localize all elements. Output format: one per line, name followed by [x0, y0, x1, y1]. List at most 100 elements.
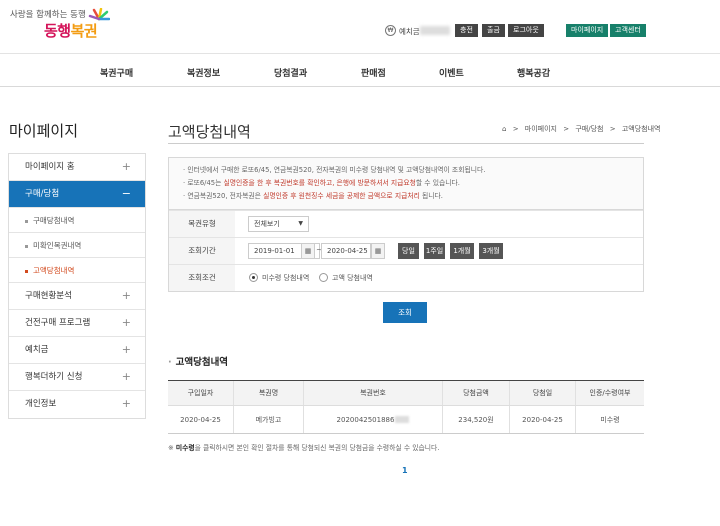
footnote-text: 을 클릭하시면 본인 확인 절차를 통해 당첨되신 복권의 당첨금을 수령하실 … [194, 444, 440, 452]
notice-text: 연금복권520, 전자복권은 [187, 192, 264, 200]
sidebar-item-healthy-program[interactable]: 건전구매 프로그램 + [9, 310, 145, 337]
breadcrumb-current: 고액당첨내역 [621, 125, 661, 133]
section-title-text: 고액당첨내역 [175, 357, 229, 368]
breadcrumb-sep: > [609, 125, 616, 133]
withdraw-button[interactable]: 출금 [482, 24, 505, 37]
sidebar-item-label: 행복더하기 신청 [25, 372, 83, 382]
sidebar-item-label: 예치금 [25, 345, 49, 355]
lottery-type-select[interactable]: 전체보기 ▼ [248, 216, 309, 232]
row-period: 조회기간 2019-01-01 ▦ ~ 2020-04-25 ▦ 당일 1주일 … [169, 237, 643, 264]
nav-buy[interactable]: 복권구매 [100, 66, 133, 79]
calendar-icon[interactable]: ▦ [301, 243, 315, 259]
period-month-button[interactable]: 1개월 [450, 243, 474, 259]
radio-high-prize[interactable] [319, 273, 328, 282]
sidebar-sub-label: 구매당첨내역 [33, 216, 75, 225]
balance-value-blurred [420, 26, 450, 35]
sidebar-item-personal-info[interactable]: 개인정보 + [9, 391, 145, 418]
bullet-icon [25, 244, 28, 248]
breadcrumb-purchase[interactable]: 구매/당첨 [575, 125, 603, 133]
plus-icon: + [121, 289, 131, 302]
col-purchase-date: 구입일자 [168, 381, 234, 405]
breadcrumb-sep: > [563, 125, 570, 133]
won-icon: ₩ [385, 25, 396, 36]
sidebar-item-label: 마이페이지 홈 [25, 162, 75, 172]
notice-line-3: · 연금복권520, 전자복권은 실명인증 후 원천징수 세금을 공제한 금액으… [183, 192, 443, 200]
lottery-type-label: 복권유형 [169, 211, 235, 237]
balance-label: 예치금 [399, 27, 420, 36]
bullet-icon: · [168, 357, 172, 368]
breadcrumb-mypage[interactable]: 마이페이지 [525, 125, 557, 133]
page-title: 고액당첨내역 [168, 123, 251, 141]
radio-unclaimed-label[interactable]: 미수령 당첨내역 [262, 273, 309, 283]
sidebar-item-mypage-home[interactable]: 마이페이지 홈 + [9, 154, 145, 181]
footnote-mark: ※ [168, 444, 176, 452]
sidebar-sub-label: 미확인복권내역 [33, 241, 82, 250]
notice-text: 로또6/45는 [187, 179, 224, 187]
sidebar-item-label: 건전구매 프로그램 [25, 318, 91, 328]
col-status: 인증/수령여부 [589, 389, 631, 397]
sidebar-sub-purchase-history[interactable]: 구매당첨내역 [9, 208, 145, 233]
radio-high-prize-label[interactable]: 고액 당첨내역 [332, 273, 373, 283]
select-value: 전체보기 [254, 220, 280, 228]
plus-icon: + [121, 316, 131, 329]
sidebar-item-analysis[interactable]: 구매현황분석 + [9, 283, 145, 310]
logout-button[interactable]: 로그아웃 [508, 24, 544, 37]
period-today-button[interactable]: 당일 [398, 243, 419, 259]
search-form: 복권유형 전체보기 ▼ 조회기간 2019-01-01 ▦ ~ 2020-04-2… [168, 210, 644, 292]
calendar-icon[interactable]: ▦ [371, 243, 385, 259]
sidebar-item-deposit[interactable]: 예치금 + [9, 337, 145, 364]
plus-icon: + [121, 397, 131, 410]
logo-burst-icon [88, 8, 110, 21]
radio-unclaimed[interactable] [249, 273, 258, 282]
pagination-page-1[interactable]: 1 [402, 466, 408, 475]
sidebar-title: 마이페이지 [9, 122, 79, 140]
cell-win-date: 2020-04-25 [510, 406, 576, 433]
nav-info[interactable]: 복권정보 [187, 66, 220, 79]
plus-icon: + [121, 370, 131, 383]
notice-text: 됩니다. [419, 192, 443, 200]
sidebar-sub-high-prize[interactable]: 고액당첨내역 [9, 258, 145, 283]
footnote-bold: 미수령 [175, 444, 195, 452]
notice-highlight: 실명인증을 한 후 복권번호를 확인하고, 은행에 방문하셔서 지급요청 [223, 179, 416, 187]
notice-line-2: · 로또6/45는 실명인증을 한 후 복권번호를 확인하고, 은행에 방문하셔… [183, 179, 460, 187]
col-win-date: 당첨일 [510, 381, 576, 405]
chevron-down-icon: ▼ [298, 220, 303, 227]
cell-purchase-date: 2020-04-25 [168, 406, 234, 433]
sidebar-item-label: 개인정보 [25, 399, 57, 409]
notice-text: 할 수 있습니다. [415, 179, 460, 187]
sidebar-item-label: 구매현황분석 [25, 291, 72, 301]
sidebar-item-purchase-win[interactable]: 구매/당첨 − [9, 181, 145, 208]
logo-text-1: 동행 [44, 22, 71, 40]
sidebar-item-label: 구매/당첨 [25, 189, 60, 199]
charge-button[interactable]: 충전 [455, 24, 478, 37]
customer-center-button[interactable]: 고객센터 [610, 24, 646, 37]
home-icon[interactable]: ⌂ [502, 125, 506, 133]
query-button[interactable]: 조회 [383, 302, 427, 323]
bullet-icon [25, 269, 28, 273]
nav-results[interactable]: 당첨결과 [274, 66, 307, 79]
table-header: 구입일자 복권명 복권번호 당첨금액 당첨일 인증/수령여부 [168, 381, 644, 406]
footnote: ※ 미수령을 클릭하시면 본인 확인 절차를 통해 당첨되신 복권의 당첨금을 … [168, 442, 439, 452]
bullet-icon [25, 219, 28, 223]
col-prize-amount: 당첨금액 [443, 381, 510, 405]
period-week-button[interactable]: 1주일 [424, 243, 445, 259]
sidebar-sub-unconfirmed[interactable]: 미확인복권내역 [9, 233, 145, 258]
notice-text: 인터넷에서 구매한 로또6/45, 연금복권520, 전자복권의 미수령 당첨내… [187, 166, 486, 174]
sidebar-sub-label: 고액당첨내역 [33, 266, 75, 275]
row-lottery-type: 복권유형 전체보기 ▼ [169, 210, 643, 237]
col-lottery-number: 복권번호 [304, 381, 443, 405]
breadcrumb-sep: > [512, 125, 519, 133]
global-nav: 복권구매 복권정보 당첨결과 판매점 이벤트 행복공감 [0, 54, 720, 87]
plus-icon: + [121, 343, 131, 356]
breadcrumb: ⌂ > 마이페이지 > 구매/당첨 > 고액당첨내역 [502, 124, 664, 134]
nav-stores[interactable]: 판매점 [361, 66, 386, 79]
nav-community[interactable]: 행복공감 [517, 66, 550, 79]
period-3month-button[interactable]: 3개월 [479, 243, 503, 259]
nav-events[interactable]: 이벤트 [439, 66, 464, 79]
cell-lottery-number: 2020042501886 [304, 406, 443, 433]
sidebar-item-happiness[interactable]: 행복더하기 신청 + [9, 364, 145, 391]
date-to-input[interactable]: 2020-04-25 [321, 243, 371, 259]
notice-highlight: 실명인증 후 원천징수 세금을 공제한 금액으로 지급처리 [263, 192, 420, 200]
unclaimed-status-link[interactable]: 미수령 [576, 406, 644, 433]
mypage-button[interactable]: 마이페이지 [566, 24, 609, 37]
